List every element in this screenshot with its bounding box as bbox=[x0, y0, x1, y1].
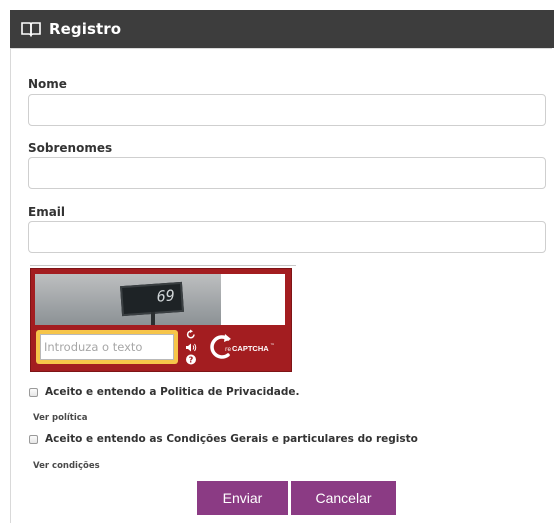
privacy-agreement-label: Aceito e entendo a Politica de Privacida… bbox=[45, 386, 300, 398]
captcha-challenge-text: 69 bbox=[156, 286, 176, 306]
svg-text:?: ? bbox=[189, 356, 194, 365]
terms-agreement: Aceito e entendo as Condições Gerais e p… bbox=[29, 433, 418, 445]
recaptcha-logo-icon: re CAPTCHA ™ bbox=[210, 334, 275, 359]
privacy-agreement: Aceito e entendo a Politica de Privacida… bbox=[29, 386, 300, 398]
terms-checkbox[interactable] bbox=[29, 434, 38, 444]
captcha-input-frame bbox=[36, 330, 178, 364]
captcha-controls: ? re CAPTCHA ™ bbox=[31, 325, 291, 371]
captcha-divider bbox=[30, 265, 296, 266]
recaptcha-logo-prefix: re bbox=[225, 346, 231, 353]
captcha-image-stand bbox=[151, 312, 155, 325]
terms-link[interactable]: Ver condições bbox=[33, 461, 100, 471]
sobrenomes-field[interactable] bbox=[28, 157, 546, 189]
privacy-policy-link[interactable]: Ver política bbox=[33, 413, 88, 423]
book-icon bbox=[21, 22, 41, 37]
captcha-widget: 69 ? re CAPTCHA bbox=[30, 268, 292, 372]
audio-icon[interactable] bbox=[184, 342, 198, 353]
nome-label: Nome bbox=[28, 77, 67, 91]
panel-header: Registro bbox=[10, 10, 554, 48]
captcha-input[interactable] bbox=[40, 334, 174, 360]
recaptcha-logo-tm: ™ bbox=[270, 343, 275, 349]
submit-button[interactable]: Enviar bbox=[197, 481, 288, 515]
page-title: Registro bbox=[49, 20, 122, 38]
captcha-image-blank bbox=[221, 274, 285, 325]
terms-agreement-label: Aceito e entendo as Condições Gerais e p… bbox=[45, 433, 418, 445]
email-field[interactable] bbox=[28, 221, 546, 253]
cancel-button[interactable]: Cancelar bbox=[291, 481, 396, 515]
help-icon[interactable]: ? bbox=[184, 354, 198, 365]
privacy-checkbox[interactable] bbox=[29, 387, 38, 397]
refresh-icon[interactable] bbox=[184, 329, 198, 340]
captcha-tools: ? bbox=[184, 329, 198, 365]
captcha-image: 69 bbox=[35, 274, 221, 325]
email-label: Email bbox=[28, 205, 66, 219]
nome-field[interactable] bbox=[28, 94, 546, 126]
sobrenomes-label: Sobrenomes bbox=[28, 141, 113, 155]
recaptcha-logo-text: CAPTCHA bbox=[232, 344, 269, 353]
captcha-display: 69 bbox=[120, 281, 184, 317]
